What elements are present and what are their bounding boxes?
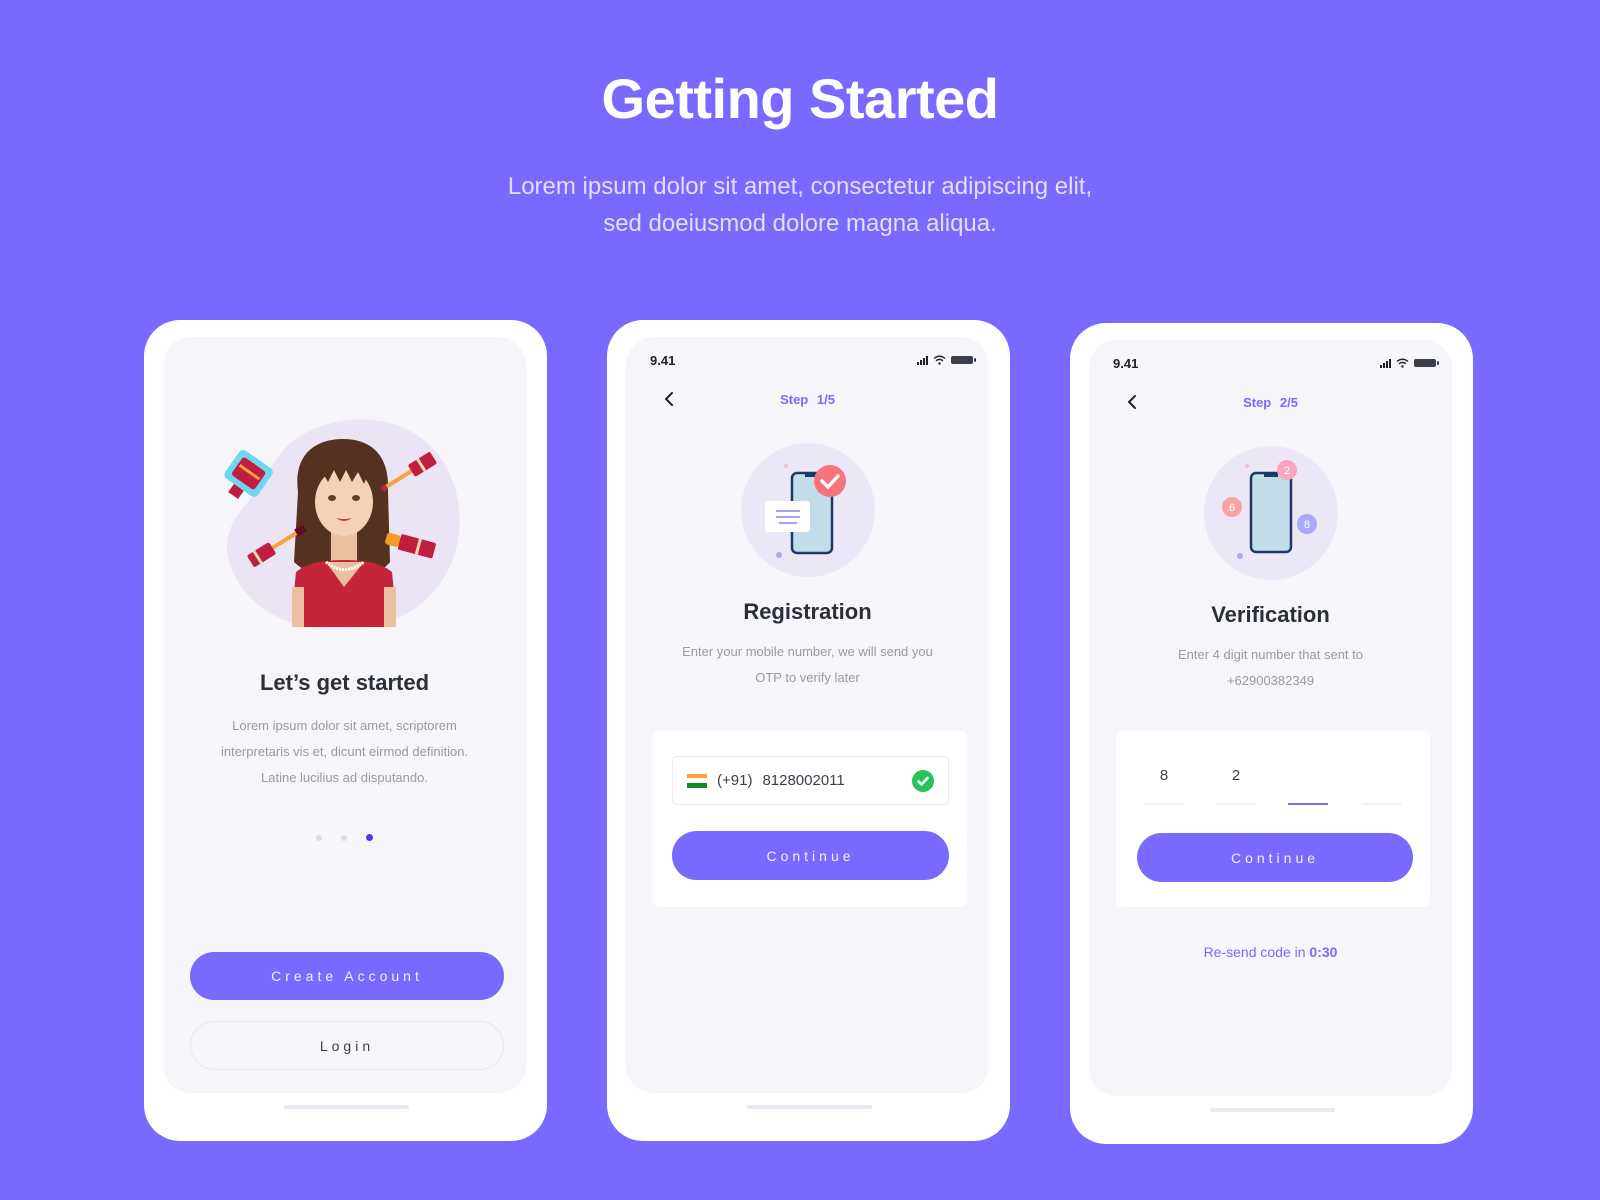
signal-icon [1380,358,1391,368]
otp-underline-2 [1216,803,1256,805]
battery-icon [1414,359,1439,367]
create-account-button[interactable]: Create Account [190,952,504,1000]
registration-description: Enter your mobile number, we will send y… [626,639,989,691]
signal-icon [917,355,928,365]
step-value: 2/5 [1279,395,1298,410]
india-flag-icon[interactable] [687,773,707,788]
otp-underline-3-active [1288,803,1328,805]
check-badge [814,465,846,497]
status-time: 9.41 [1113,356,1139,371]
verification-desc-line-1: Enter 4 digit number that sent to [1178,647,1363,662]
continue-button[interactable]: Continue [1137,833,1413,882]
woman-with-cosmetics-illustration [224,419,460,630]
step-indicator: Step 1/5 [626,392,989,407]
otp-digit-3[interactable] [1288,767,1328,789]
continue-button[interactable]: Continue [672,831,949,880]
registration-title: Registration [743,599,872,624]
hero-subtitle-line-1: Lorem ipsum dolor sit amet, consectetur … [507,173,1093,200]
onboarding-desc-line-2: interpretaris vis et, dicunt eirmod defi… [220,744,469,759]
pagination-dot[interactable] [341,834,347,841]
phone-number-value[interactable]: 8128002011 [762,772,844,789]
verification-screen: 9.41 Step 2/5 2 6 8 Verification Enter 4… [1089,340,1452,1096]
onboarding-description: Lorem ipsum dolor sit amet, scriptorem i… [163,713,526,791]
wifi-icon [1396,358,1409,368]
verification-description: Enter 4 digit number that sent to +62900… [1089,642,1452,694]
login-button[interactable]: Login [190,1021,504,1070]
resend-prefix: Re-send code in [1203,944,1306,960]
resend-timer: 0:30 [1309,944,1338,960]
status-icons [1380,358,1439,368]
phone-registration: 9.41 Step 1/5 Registration Enter your mo… [607,320,1010,1141]
phone-entry-card: (+91) 8128002011 Continue [653,731,967,907]
pagination-dots [163,834,526,841]
hero-subtitle: Lorem ipsum dolor sit amet, consectetur … [0,168,1600,242]
home-indicator [284,1105,409,1109]
status-time: 9.41 [650,353,676,368]
verification-title: Verification [1211,602,1330,627]
country-code[interactable]: (+91) [717,772,752,789]
home-indicator [1210,1108,1335,1112]
home-indicator [747,1105,872,1109]
wifi-icon [933,355,946,365]
phone-number-input[interactable]: (+91) 8128002011 [672,756,949,805]
otp-digit-1[interactable]: 8 [1144,767,1184,789]
verification-desc-phone: +62900382349 [1226,673,1315,688]
phone-message-check-illustration [741,443,875,577]
phone-verification: 9.41 Step 2/5 2 6 8 Verification Enter 4… [1070,323,1473,1144]
battery-icon [951,356,976,364]
step-value: 1/5 [816,392,835,407]
pagination-dot-active[interactable] [366,834,373,841]
resend-code-text[interactable]: Re-send code in 0:30 [1089,944,1452,960]
registration-desc-line-2: OTP to verify later [755,670,860,685]
digit-badge-text: 8 [1304,519,1310,531]
otp-underline-4 [1361,803,1401,805]
pagination-dot[interactable] [316,834,322,841]
otp-digit-2[interactable]: 2 [1216,767,1256,789]
otp-card: 8 2 Continue [1116,731,1430,907]
onboarding-title: Let’s get started [259,670,430,695]
registration-screen: 9.41 Step 1/5 Registration Enter your mo… [626,337,989,1093]
otp-underline-1 [1144,803,1184,805]
step-label: Step [1243,395,1272,410]
registration-desc-line-1: Enter your mobile number, we will send y… [682,644,933,659]
hero-subtitle-line-2: sed doeiusmod dolore magna aliqua. [603,210,997,237]
onboarding-desc-line-3: Latine lucilius ad disputando. [261,770,428,785]
hero-title: Getting Started [601,67,999,130]
onboarding-screen: Let’s get started Lorem ipsum dolor sit … [163,337,526,1093]
onboarding-desc-line-1: Lorem ipsum dolor sit amet, scriptorem [232,718,457,733]
otp-digit-4[interactable] [1361,767,1401,789]
step-label: Step [780,392,809,407]
phone-otp-digits-illustration: 2 6 8 [1204,446,1338,580]
status-icons [917,355,976,365]
verified-check-icon [912,770,934,792]
phone-shape [1249,471,1293,554]
phone-onboarding: Let’s get started Lorem ipsum dolor sit … [144,320,547,1141]
step-indicator: Step 2/5 [1089,395,1452,410]
digit-badge-text: 2 [1284,465,1290,477]
digit-badge-text: 6 [1229,502,1235,514]
